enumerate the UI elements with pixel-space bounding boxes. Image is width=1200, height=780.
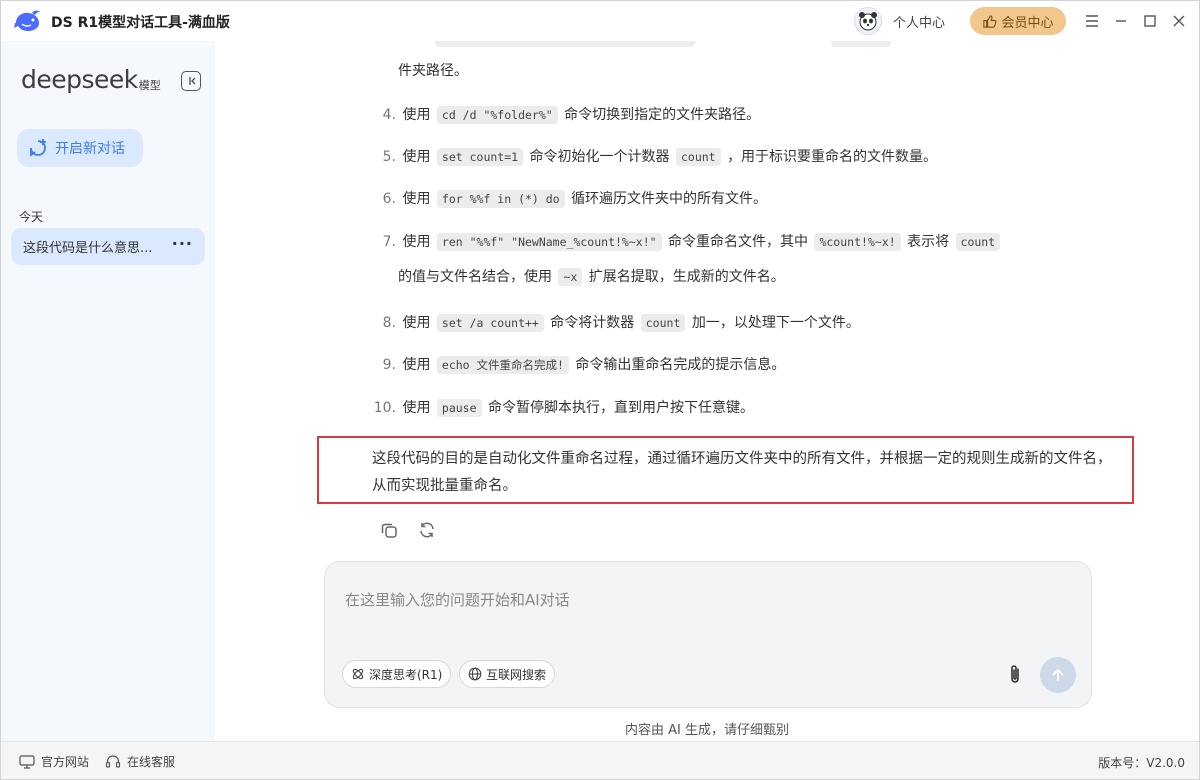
list-item: 9. 使用 echo 文件重命名完成! 命令输出重命名完成的提示信息。 xyxy=(382,356,786,374)
summary-paragraph: 这段代码的目的是自动化文件重命名过程，通过循环遍历文件夹中的所有文件，并根据一定… xyxy=(372,451,1112,494)
new-chat-icon xyxy=(30,139,46,157)
atom-icon xyxy=(352,668,364,680)
question-input[interactable] xyxy=(345,580,1045,620)
inline-code: for %%f in (*) do xyxy=(436,190,565,208)
inline-code: count xyxy=(955,233,1001,251)
minimize-icon[interactable] xyxy=(1111,11,1131,31)
sidebar: deepseek 模型 开启新对话 今天 这段代码是什么意思... ··· xyxy=(1,41,215,741)
inline-code: echo 文件重命名完成! xyxy=(436,356,569,374)
thumbs-up-icon xyxy=(983,14,997,28)
official-site-label: 官方网站 xyxy=(41,755,90,769)
code-fragment xyxy=(831,41,891,47)
support-link[interactable]: 在线客服 xyxy=(105,753,175,770)
globe-icon xyxy=(468,667,482,681)
copy-icon[interactable] xyxy=(378,519,400,541)
monitor-icon xyxy=(19,754,35,769)
brand-logo: deepseek 模型 xyxy=(21,65,161,95)
profile-button[interactable]: 个人中心 xyxy=(854,7,945,35)
inline-code: cd /d "%folder%" xyxy=(436,106,558,124)
code-fragment xyxy=(435,41,695,47)
app-title: DS R1模型对话工具-满血版 xyxy=(51,15,230,31)
inline-code: ren "%%f" "NewName_%count!%~x!" xyxy=(436,233,662,251)
version-label: 版本号：V2.0.0 xyxy=(1098,756,1185,770)
vip-label: 会员中心 xyxy=(1001,15,1054,31)
web-search-label: 互联网搜索 xyxy=(486,667,547,682)
more-options-icon[interactable]: ··· xyxy=(172,236,193,252)
message-actions xyxy=(378,519,438,541)
list-item: 8. 使用 set /a count++ 命令将计数器 count 加一，以处理… xyxy=(382,314,860,332)
continued-text: 件夹路径。 xyxy=(398,63,468,79)
history-item[interactable]: 这段代码是什么意思... ··· xyxy=(11,228,205,265)
brand-suffix: 模型 xyxy=(138,79,161,92)
close-icon[interactable] xyxy=(1169,11,1189,31)
new-chat-label: 开启新对话 xyxy=(55,141,125,157)
panda-avatar-icon xyxy=(859,12,877,31)
collapse-sidebar-icon[interactable] xyxy=(181,71,201,91)
list-item: 6. 使用 for %%f in (*) do 循环遍历文件夹中的所有文件。 xyxy=(382,190,768,208)
list-item: 4. 使用 cd /d "%folder%" 命令切换到指定的文件夹路径。 xyxy=(382,106,761,124)
highlight-box: 这段代码的目的是自动化文件重命名过程，通过循环遍历文件夹中的所有文件，并根据一定… xyxy=(317,436,1134,504)
title-bar: DS R1模型对话工具-满血版 个人中心 会员中心 xyxy=(1,1,1199,41)
inline-code: set /a count++ xyxy=(436,314,544,332)
list-item: 10. 使用 pause 命令暂停脚本执行，直到用户按下任意键。 xyxy=(373,399,754,417)
send-button[interactable] xyxy=(1040,657,1076,693)
profile-label: 个人中心 xyxy=(893,15,946,31)
new-chat-button[interactable]: 开启新对话 xyxy=(17,129,143,167)
deep-think-toggle[interactable]: 深度思考(R1) xyxy=(342,660,452,688)
vip-center-button[interactable]: 会员中心 xyxy=(970,7,1066,35)
list-item-continuation: 的值与文件名结合，使用 ~x 扩展名提取，生成新的文件名。 xyxy=(398,268,785,286)
avatar xyxy=(854,7,882,35)
inline-code: count xyxy=(640,314,686,332)
chat-main: 件夹路径。 4. 使用 cd /d "%folder%" 命令切换到指定的文件夹… xyxy=(215,41,1199,741)
whale-logo-icon xyxy=(14,10,40,31)
inline-code: pause xyxy=(436,399,482,417)
official-site-link[interactable]: 官方网站 xyxy=(19,753,89,770)
history-group-today: 今天 xyxy=(19,210,44,224)
menu-icon[interactable] xyxy=(1082,11,1102,31)
web-search-toggle[interactable]: 互联网搜索 xyxy=(459,660,556,688)
inline-code: ~x xyxy=(558,268,583,286)
headset-icon xyxy=(105,754,121,768)
composer: 深度思考(R1) 互联网搜索 xyxy=(324,561,1092,708)
support-label: 在线客服 xyxy=(127,755,176,769)
maximize-icon[interactable] xyxy=(1140,11,1160,31)
ai-disclaimer: 内容由 AI 生成，请仔细甄别 xyxy=(625,723,789,738)
brand-wordmark: deepseek xyxy=(21,65,138,94)
list-item: 7. 使用 ren "%%f" "NewName_%count!%~x!" 命令… xyxy=(370,232,1002,252)
inline-code: set count=1 xyxy=(436,148,524,166)
history-item-label: 这段代码是什么意思... xyxy=(23,241,153,256)
inline-code: %count!%~x! xyxy=(814,233,901,251)
inline-code: count xyxy=(675,148,721,166)
arrow-up-icon xyxy=(1052,668,1064,681)
attachment-icon[interactable] xyxy=(1004,663,1026,687)
footer: 官方网站 在线客服 版本号：V2.0.0 xyxy=(1,741,1199,779)
list-item: 5. 使用 set count=1 命令初始化一个计数器 count ，用于标识… xyxy=(382,148,938,166)
deep-think-label: 深度思考(R1) xyxy=(369,667,443,682)
regenerate-icon[interactable] xyxy=(416,519,438,541)
